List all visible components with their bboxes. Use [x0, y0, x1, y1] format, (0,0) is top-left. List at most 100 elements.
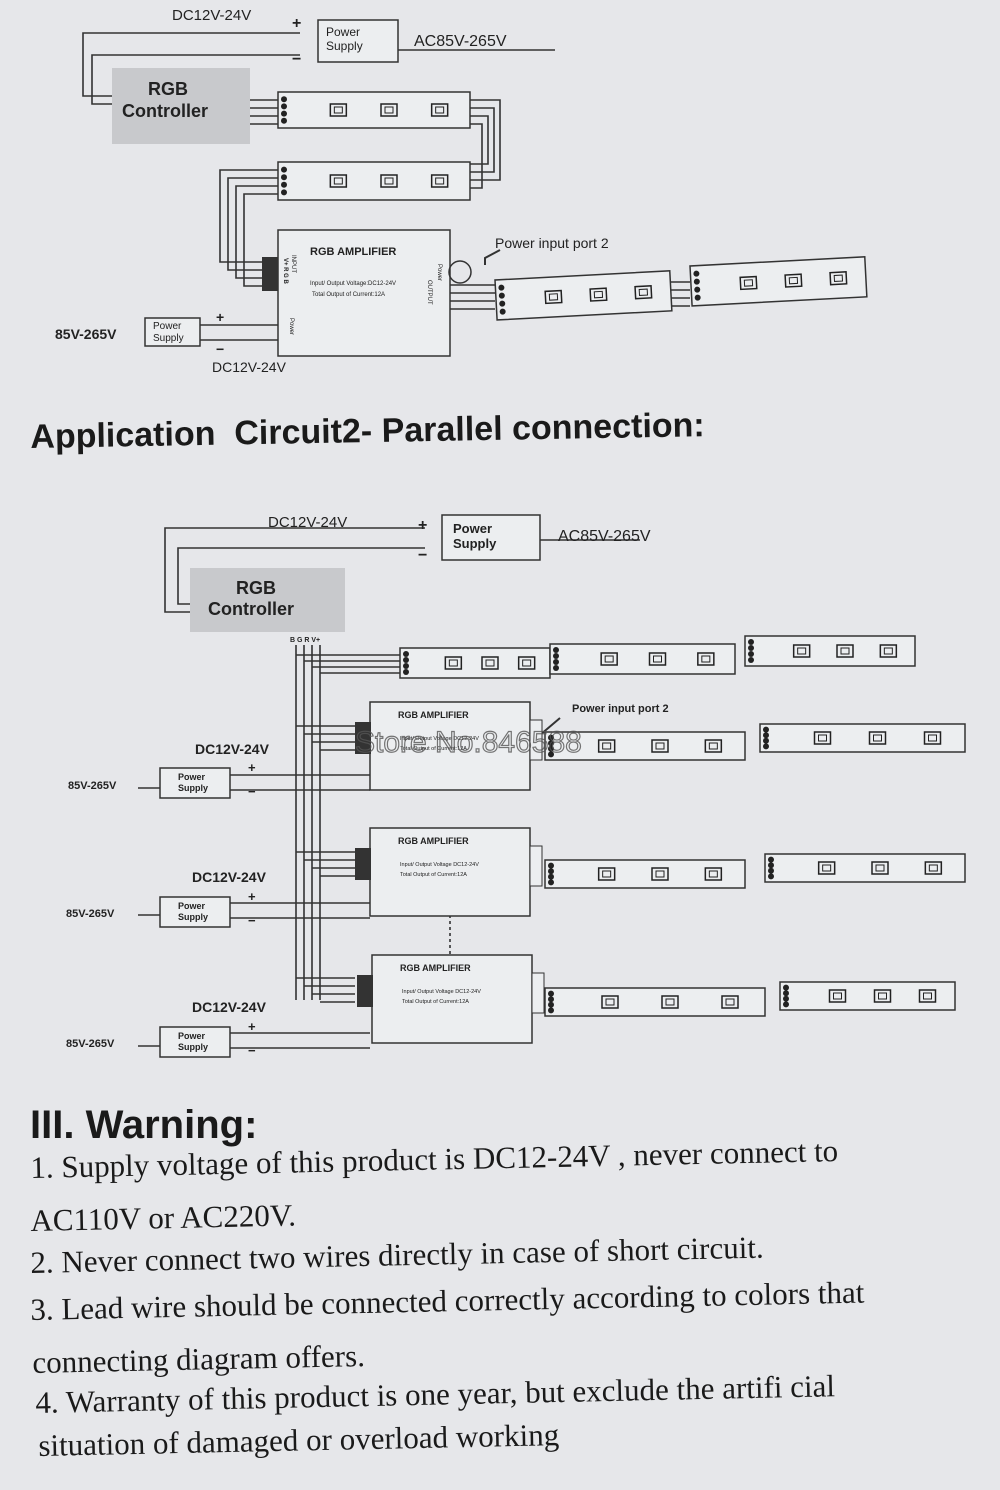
power-input-port-label: Power input port 2 — [495, 235, 609, 251]
plus-label: + — [292, 15, 301, 32]
power-supply-label: Supply — [326, 39, 363, 53]
amplifier-title: RGB AMPLIFIER — [398, 836, 469, 846]
strip-pin — [553, 659, 559, 665]
input-label: INPUT — [290, 255, 296, 273]
strip-pin — [548, 1001, 554, 1008]
strip-body — [744, 635, 916, 667]
strip-body — [764, 853, 966, 883]
plus-label: + — [248, 760, 256, 775]
dc-voltage-label: DC12V-24V — [212, 359, 287, 375]
ac-voltage-label: 85V-265V — [55, 326, 117, 342]
strip-pin — [281, 189, 287, 196]
strip-pin — [763, 726, 769, 733]
plus-label: + — [216, 309, 224, 325]
amplifier-title: RGB AMPLIFIER — [400, 963, 471, 973]
ac-voltage-label: AC85V-265V — [414, 33, 507, 50]
input-connector — [262, 257, 278, 291]
strip-pin — [548, 868, 554, 875]
ac-voltage-label: 85V-265V — [66, 1038, 115, 1050]
strip-pin — [548, 873, 554, 880]
ac-voltage-label: 85V-265V — [66, 908, 115, 920]
power-supply-label: Supply — [178, 783, 208, 793]
strip-body — [544, 987, 766, 1017]
ac-voltage-label: 85V-265V — [68, 780, 117, 792]
warning-line: AC110V or AC220V. — [30, 1197, 297, 1238]
amplifier-spec: Total Output of Current:12A — [400, 872, 467, 878]
strip-pin — [553, 665, 559, 671]
led-strip — [779, 981, 956, 1011]
strip-pin — [403, 669, 409, 675]
input-connector — [355, 848, 371, 880]
strip-pin — [548, 862, 554, 869]
amplifier-spec: Input/ Output Voltage DC12-24V — [400, 862, 479, 868]
plus-label: + — [248, 1019, 256, 1034]
strip-body — [544, 859, 746, 889]
amplifier-spec: Total Output of Current:12A — [312, 292, 385, 298]
led-strip — [399, 647, 551, 679]
power-supply-label: Supply — [178, 1042, 208, 1052]
strip-pin — [281, 181, 287, 188]
controller-label: Controller — [122, 101, 208, 121]
minus-label: − — [248, 913, 256, 928]
controller-label: Controller — [208, 599, 294, 619]
strip-body — [779, 981, 956, 1011]
power-supply-label: Power — [153, 321, 182, 332]
power-input-port — [448, 260, 472, 284]
dc-voltage-label: DC12V-24V — [268, 514, 347, 531]
amp-power-label: Power — [288, 318, 294, 335]
power-input-port-label: Power input port 2 — [572, 703, 669, 715]
strip-pin — [763, 732, 769, 739]
led-strip — [759, 723, 966, 753]
strip-pin — [783, 1001, 789, 1008]
strip-pin — [763, 737, 769, 744]
controller-pins-label: B G R V+ — [290, 637, 320, 644]
power-supply-label: Supply — [178, 912, 208, 922]
strip-pin — [768, 873, 774, 880]
strip-pin — [748, 645, 754, 651]
output-connector — [531, 972, 545, 1014]
strip-body — [549, 643, 736, 675]
minus-label: − — [216, 341, 224, 357]
strip-pin — [768, 856, 774, 863]
dc-voltage-label: DC12V-24V — [172, 7, 251, 24]
output-connector — [529, 845, 543, 887]
minus-label: − — [248, 784, 256, 799]
strip-pin — [548, 990, 554, 997]
rgb-amplifier: RGB AMPLIFIER Input/ Output Voltage DC12-… — [66, 954, 545, 1058]
power-supply-label: Power — [178, 772, 206, 782]
strip-pin — [783, 995, 789, 1002]
strip-pin — [281, 174, 287, 181]
strip-pin — [548, 1007, 554, 1014]
output-label: OUTPUT — [426, 280, 432, 305]
power-supply-label: Power — [178, 901, 206, 911]
strip-body — [277, 161, 471, 201]
strip-pin — [553, 647, 559, 653]
minus-label: − — [418, 547, 427, 564]
strip-pin — [403, 663, 409, 669]
strip-pin — [748, 651, 754, 657]
dc-voltage-label: DC12V-24V — [195, 741, 270, 757]
strip-pin — [748, 639, 754, 645]
power-supply-label: Supply — [153, 333, 184, 344]
amplifier-title: RGB AMPLIFIER — [398, 710, 469, 720]
warning-title: III. Warning: — [30, 1103, 258, 1147]
amplifier-spec: Total Output of Current:12A — [402, 999, 469, 1005]
led-strip — [277, 161, 471, 201]
power-port-label: Power — [436, 264, 442, 281]
strip-pin — [548, 996, 554, 1003]
strip-pin — [281, 103, 287, 110]
controller-label: RGB — [148, 79, 188, 99]
strip-pin — [281, 166, 287, 173]
minus-label: − — [248, 1043, 256, 1058]
input-pins-label: V+ R G B — [282, 258, 288, 285]
strip-pin — [768, 862, 774, 869]
watermark: Store No.846588 — [355, 726, 582, 759]
power-supply-label: Power — [326, 25, 360, 39]
strip-pin — [783, 984, 789, 991]
led-strip — [744, 635, 916, 667]
amplifier-spec: Input/ Output Voltage:DC12-24V — [310, 281, 396, 287]
led-strip — [764, 853, 966, 883]
strip-body — [399, 647, 551, 679]
strip-pin — [403, 657, 409, 663]
plus-label: + — [418, 517, 427, 534]
